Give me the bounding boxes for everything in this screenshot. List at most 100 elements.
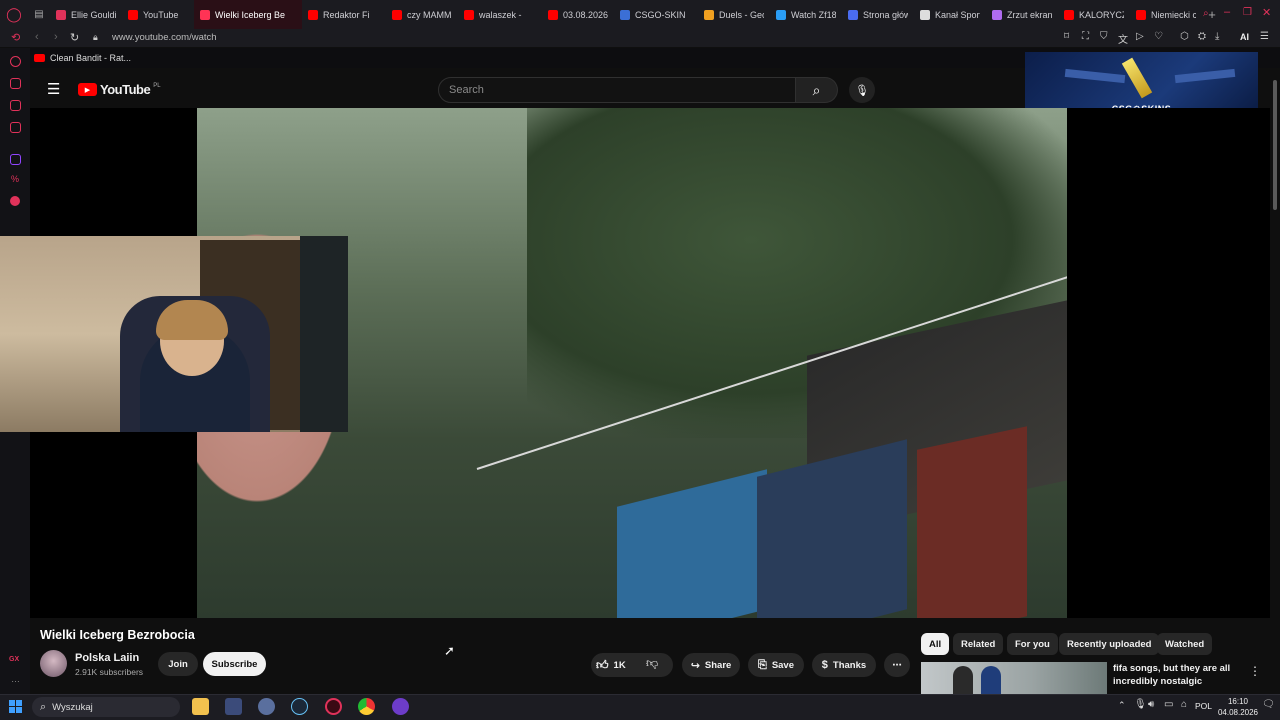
play-icon[interactable]: ▷ xyxy=(1136,31,1144,42)
chip-watched[interactable]: Watched xyxy=(1157,633,1213,655)
windows-logo-icon xyxy=(16,700,22,706)
search-button[interactable]: ⌕ xyxy=(796,77,838,103)
ai-button[interactable]: AI xyxy=(1240,32,1249,42)
discount-icon[interactable]: % xyxy=(11,174,19,184)
network-icon[interactable]: ⌂ xyxy=(1181,699,1187,710)
search-icon: ⌕ xyxy=(812,81,821,98)
refresh-icon[interactable]: ↻ xyxy=(70,31,79,44)
start-button[interactable] xyxy=(9,700,22,713)
taskbar-search[interactable]: ⌕ Wyszukaj xyxy=(32,697,180,717)
minimize-window-icon[interactable]: – xyxy=(1224,6,1230,18)
chip-related[interactable]: Related xyxy=(953,633,1004,655)
channel-avatar[interactable] xyxy=(40,650,67,677)
tray-chevron-icon[interactable]: ⌃ xyxy=(1118,700,1126,711)
profile-icon[interactable]: ⛭ xyxy=(1198,31,1206,42)
app-icon[interactable] xyxy=(225,698,242,715)
recommendation-menu-icon[interactable]: ⋮ xyxy=(1249,664,1261,678)
join-button[interactable]: Join xyxy=(158,652,198,676)
browser-tab[interactable]: CSGO-SKIN xyxy=(614,0,698,29)
scrollbar-thumb[interactable] xyxy=(1273,80,1277,210)
dislike-button[interactable]: 👎︎ xyxy=(646,656,658,671)
recommendation-thumbnail[interactable] xyxy=(921,662,1107,694)
browser-tab[interactable]: Ellie Goulding xyxy=(50,0,122,29)
thanks-button[interactable]: $ Thanks xyxy=(812,653,876,677)
volume-icon[interactable]: 🔊︎ xyxy=(1148,699,1154,710)
url-field[interactable]: www.youtube.com/watch xyxy=(112,32,217,43)
chip-label: All xyxy=(929,638,942,650)
gx-corner-icon[interactable] xyxy=(10,122,21,133)
browser-tab[interactable]: walaszek - xyxy=(458,0,542,29)
monitor-icon[interactable]: ▭ xyxy=(1164,699,1173,710)
browser-tab[interactable]: Niemiecki c xyxy=(1130,0,1202,29)
browser-tab[interactable]: KALORYCZ xyxy=(1058,0,1130,29)
search-tabs-icon[interactable]: ⌕ xyxy=(1203,8,1209,19)
thumb-figure xyxy=(953,666,973,694)
bookmark-star-icon[interactable]: ⌑ xyxy=(1064,31,1069,42)
reload-icon[interactable]: ⟲ xyxy=(11,31,20,44)
recommendation-title[interactable]: fifa songs, but they are all incredibly … xyxy=(1113,662,1243,688)
menu-icon[interactable]: ☰ xyxy=(1260,31,1269,42)
settings-app-icon[interactable] xyxy=(258,698,275,715)
back-icon[interactable]: ‹ xyxy=(35,31,39,43)
channel-name[interactable]: Polska Laiin xyxy=(75,652,139,664)
workspaces-icon[interactable]: ▤ xyxy=(28,9,50,20)
obs-icon[interactable] xyxy=(392,698,409,715)
chrome-icon[interactable] xyxy=(358,698,375,715)
browser-tab[interactable]: YouTube xyxy=(122,0,194,29)
close-window-icon[interactable]: ✕ xyxy=(1262,6,1271,19)
forward-icon[interactable]: › xyxy=(54,31,58,43)
gx-icon[interactable]: GX xyxy=(9,656,19,663)
hamburger-menu-icon[interactable]: ☰ xyxy=(47,80,60,98)
share-button[interactable]: ↪ Share xyxy=(682,653,740,677)
file-explorer-icon[interactable] xyxy=(192,698,209,715)
browser-tab[interactable]: Redaktor Fi xyxy=(302,0,386,29)
opera-icon[interactable] xyxy=(10,196,20,206)
translate-icon[interactable]: 文 xyxy=(1118,31,1128,46)
save-button[interactable]: ⎘ Save xyxy=(748,653,804,677)
browser-tab[interactable]: 03.08.2026 xyxy=(542,0,614,29)
windows-logo-icon xyxy=(9,700,15,706)
snapshot-icon[interactable]: ⛶ xyxy=(1082,31,1089,42)
shield-icon[interactable]: ⛉ xyxy=(1100,31,1108,42)
browser-tab[interactable]: Watch Zf18 xyxy=(770,0,842,29)
search-input[interactable]: Search xyxy=(438,77,796,103)
more-icon[interactable]: … xyxy=(11,674,20,684)
input-language[interactable]: POL xyxy=(1195,701,1212,711)
youtube-bookmark-icon xyxy=(34,54,45,62)
taskbar-clock[interactable]: 16:10 04.08.2026 xyxy=(1214,696,1262,718)
browser-tab[interactable]: Duels - Geo xyxy=(698,0,770,29)
ad-rifle-right xyxy=(1174,68,1236,84)
browser-tab[interactable]: Strona głów xyxy=(842,0,914,29)
video-title: Wielki Iceberg Bezrobocia xyxy=(40,628,195,642)
download-icon[interactable]: ⤓ xyxy=(1215,31,1219,42)
like-button[interactable]: 👍︎ 1K xyxy=(596,656,626,674)
chip-for-you[interactable]: For you xyxy=(1007,633,1058,655)
extensions-icon[interactable]: ⬡ xyxy=(1180,31,1189,42)
chip-recently-uploaded[interactable]: Recently uploaded xyxy=(1059,633,1160,655)
thumb-figure xyxy=(981,666,1001,694)
tab-favicon-icon xyxy=(200,9,210,20)
messenger-icon[interactable] xyxy=(10,100,21,111)
history-icon[interactable] xyxy=(10,56,21,67)
subscribe-button[interactable]: Subscribe xyxy=(203,652,266,676)
browser-tab[interactable]: Kanał Sport xyxy=(914,0,986,29)
tab-favicon-icon xyxy=(704,9,714,20)
voice-search-button[interactable]: 🎙︎ xyxy=(849,77,875,103)
opera-gx-taskbar-icon[interactable] xyxy=(325,698,342,715)
clock-time: 16:10 xyxy=(1227,697,1249,706)
mic-tray-icon[interactable]: 🎙︎ xyxy=(1134,699,1147,710)
steam-icon[interactable] xyxy=(291,698,308,715)
opera-logo-icon[interactable]: ◯ xyxy=(0,0,28,29)
maximize-window-icon[interactable]: ❐ xyxy=(1243,7,1252,18)
bookmark-item[interactable]: Clean Bandit - Rat... xyxy=(50,53,131,63)
notifications-icon[interactable]: 🗨︎ xyxy=(1262,699,1275,710)
youtube-logo[interactable]: ▶ YouTube PL xyxy=(78,82,161,97)
browser-tab[interactable]: czy MAMM xyxy=(386,0,458,29)
chip-all[interactable]: All xyxy=(921,633,950,655)
twitch-icon[interactable] xyxy=(10,154,21,165)
shop-icon[interactable] xyxy=(10,78,21,89)
more-actions-button[interactable]: ⋯ xyxy=(884,653,910,677)
browser-tab[interactable]: Zrzut ekran xyxy=(986,0,1058,29)
wallet-icon[interactable]: ♡ xyxy=(1154,31,1163,42)
browser-tab[interactable]: Wielki Iceberg Be xyxy=(194,0,302,29)
